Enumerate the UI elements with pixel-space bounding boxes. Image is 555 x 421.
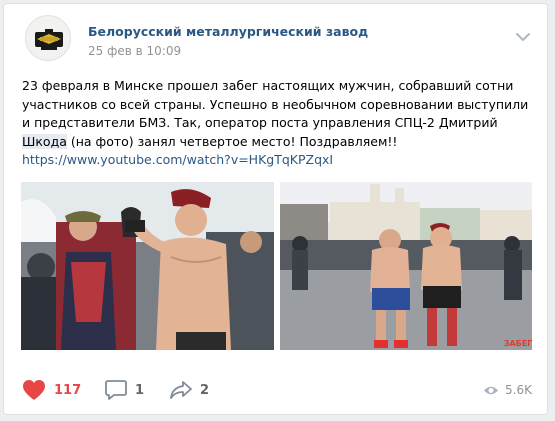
youtube-link[interactable]: https://www.youtube.com/watch?v=HKgTqKPZ… xyxy=(22,152,333,167)
bmz-logo xyxy=(35,29,63,50)
photo-1-image xyxy=(21,182,274,350)
photo-2-image: ЗАБЕГ xyxy=(280,182,532,350)
post-date[interactable]: 25 фев в 10:09 xyxy=(88,44,181,58)
post-text-part2: (на фото) занял четвертое место! Поздрав… xyxy=(66,133,398,149)
comment-icon xyxy=(105,380,127,400)
photo-gallery: ЗАБЕГ xyxy=(21,182,532,350)
post-card: Белорусский металлургический завод 25 фе… xyxy=(3,3,548,415)
photo-1[interactable] xyxy=(21,182,274,350)
like-count: 117 xyxy=(54,382,82,398)
share-count: 2 xyxy=(200,382,210,398)
views-counter: 5.6K xyxy=(483,383,532,397)
comment-count: 1 xyxy=(135,382,145,398)
author-link[interactable]: Белорусский металлургический завод xyxy=(88,24,368,39)
chevron-down-icon[interactable] xyxy=(516,27,530,42)
like-button[interactable]: 117 xyxy=(22,378,81,402)
share-button[interactable]: 2 xyxy=(170,378,209,402)
group-avatar[interactable] xyxy=(25,15,71,61)
highlighted-name: Шкода xyxy=(22,133,67,149)
post-text: 23 февраля в Минске прошел забег настоящ… xyxy=(22,77,537,170)
comment-button[interactable]: 1 xyxy=(105,378,144,402)
views-count: 5.6K xyxy=(505,383,532,397)
post-actions: 117 1 2 5.6K xyxy=(4,378,547,408)
post-header: Белорусский металлургический завод 25 фе… xyxy=(4,4,547,68)
heart-icon xyxy=(23,380,45,400)
photo-2[interactable]: ЗАБЕГ xyxy=(280,182,532,350)
share-icon xyxy=(170,381,192,399)
post-text-part1: 23 февраля в Минске прошел забег настоящ… xyxy=(22,78,529,130)
eye-icon xyxy=(484,386,499,394)
photo-watermark: ЗАБЕГ xyxy=(504,339,532,348)
